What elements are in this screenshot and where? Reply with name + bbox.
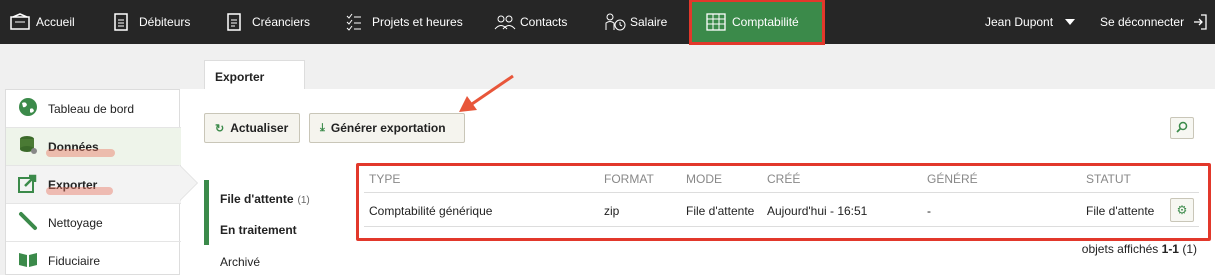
filter-active-indicator (204, 180, 209, 245)
database-icon (18, 135, 38, 158)
refresh-icon: ↻ (215, 122, 225, 135)
logout-label: Se déconnecter (1100, 15, 1185, 29)
generate-label: Générer exportation (330, 121, 446, 135)
table-divider (364, 192, 1199, 193)
cell-status: File d'attente (1086, 204, 1155, 218)
filter-queue[interactable]: File d'attente (1) (220, 192, 310, 206)
refresh-button[interactable]: ↻ Actualiser (204, 113, 300, 143)
annotation-arrow-icon (459, 74, 514, 112)
top-navigation: Accueil Débiteurs Créanciers Projets et … (0, 0, 1215, 45)
book-icon (18, 249, 38, 272)
nav-contacts[interactable]: Contacts (494, 0, 567, 44)
nav-label: Accueil (36, 15, 75, 29)
broom-icon (18, 211, 38, 234)
export-icon (18, 173, 38, 196)
sidebar-item-label: Tableau de bord (48, 101, 135, 116)
sidebar-item-label: Nettoyage (48, 215, 103, 230)
sidebar-item-tableau-de-bord[interactable]: Tableau de bord (6, 90, 181, 128)
sidebar-item-label: Fiduciaire (48, 253, 101, 268)
count-prefix: objets affichés (1081, 242, 1159, 256)
filter-processing[interactable]: En traitement (220, 223, 297, 237)
sidebar-item-exporter[interactable]: Exporter (6, 166, 181, 204)
nav-label: Projets et heures (372, 15, 463, 29)
cell-created: Aujourd'hui - 16:51 (767, 204, 868, 218)
sidebar: Tableau de bord Données Exporter Nettoya… (5, 89, 181, 275)
search-icon (1176, 121, 1188, 136)
filter-queue-count: (1) (297, 195, 310, 206)
table-divider (364, 226, 1199, 227)
nav-comptabilite[interactable]: Comptabilité (689, 0, 825, 45)
nav-label: Débiteurs (139, 15, 191, 29)
count-total: (1) (1182, 242, 1197, 256)
cell-type: Comptabilité générique (369, 204, 493, 218)
user-menu[interactable]: Jean Dupont (985, 0, 1076, 44)
home-icon (10, 13, 30, 31)
download-icon: ⤓ (320, 121, 325, 134)
nav-debiteurs[interactable]: Débiteurs (113, 0, 190, 44)
cell-generated: - (927, 204, 931, 218)
sidebar-item-label: Données (46, 139, 115, 157)
cell-mode: File d'attente (686, 204, 755, 218)
column-header-type: TYPE (369, 172, 401, 186)
checklist-icon (346, 13, 364, 31)
logout-link[interactable]: Se déconnecter (1100, 0, 1210, 44)
sidebar-item-nettoyage[interactable]: Nettoyage (6, 204, 181, 242)
column-header-generated: GÉNÉRÉ (927, 172, 978, 186)
column-header-created: CRÉÉ (767, 172, 801, 186)
count-range: 1-1 (1161, 242, 1179, 256)
nav-label: Comptabilité (732, 15, 799, 29)
filter-queue-label: File d'attente (220, 192, 294, 206)
nav-label: Créanciers (252, 15, 311, 29)
selected-indicator (179, 165, 197, 201)
sidebar-item-donnees[interactable]: Données (6, 128, 181, 166)
contacts-icon (494, 13, 516, 31)
column-header-mode: MODE (686, 172, 722, 186)
generate-export-button[interactable]: ⤓ Générer exportation (309, 113, 465, 143)
document-icon (113, 13, 131, 31)
column-header-status: STATUT (1086, 172, 1131, 186)
globe-icon (18, 97, 38, 120)
nav-creanciers[interactable]: Créanciers (226, 0, 310, 44)
sidebar-item-fiduciaire[interactable]: Fiduciaire (6, 242, 181, 275)
document-icon (226, 13, 244, 31)
gear-icon: ⚙ (1176, 203, 1188, 217)
row-settings-button[interactable]: ⚙ (1170, 198, 1194, 222)
sidebar-item-label: Exporter (45, 177, 114, 195)
nav-salaire[interactable]: Salaire (604, 0, 667, 44)
chevron-down-icon (1065, 19, 1076, 25)
tab-exporter[interactable]: Exporter (204, 60, 305, 90)
column-header-format: FORMAT (604, 172, 654, 186)
items-shown-count: objets affichés 1-1 (1) (1082, 242, 1197, 256)
refresh-label: Actualiser (230, 121, 289, 135)
cell-format: zip (604, 204, 620, 218)
nav-projets[interactable]: Projets et heures (346, 0, 463, 44)
salary-icon (604, 13, 626, 31)
nav-label: Salaire (630, 15, 668, 29)
ledger-icon (706, 13, 726, 31)
nav-accueil[interactable]: Accueil (10, 0, 75, 44)
nav-label: Contacts (520, 15, 568, 29)
logout-icon (1192, 13, 1210, 31)
user-name: Jean Dupont (985, 15, 1054, 29)
search-button[interactable] (1170, 117, 1194, 139)
filter-archived[interactable]: Archivé (220, 255, 260, 269)
